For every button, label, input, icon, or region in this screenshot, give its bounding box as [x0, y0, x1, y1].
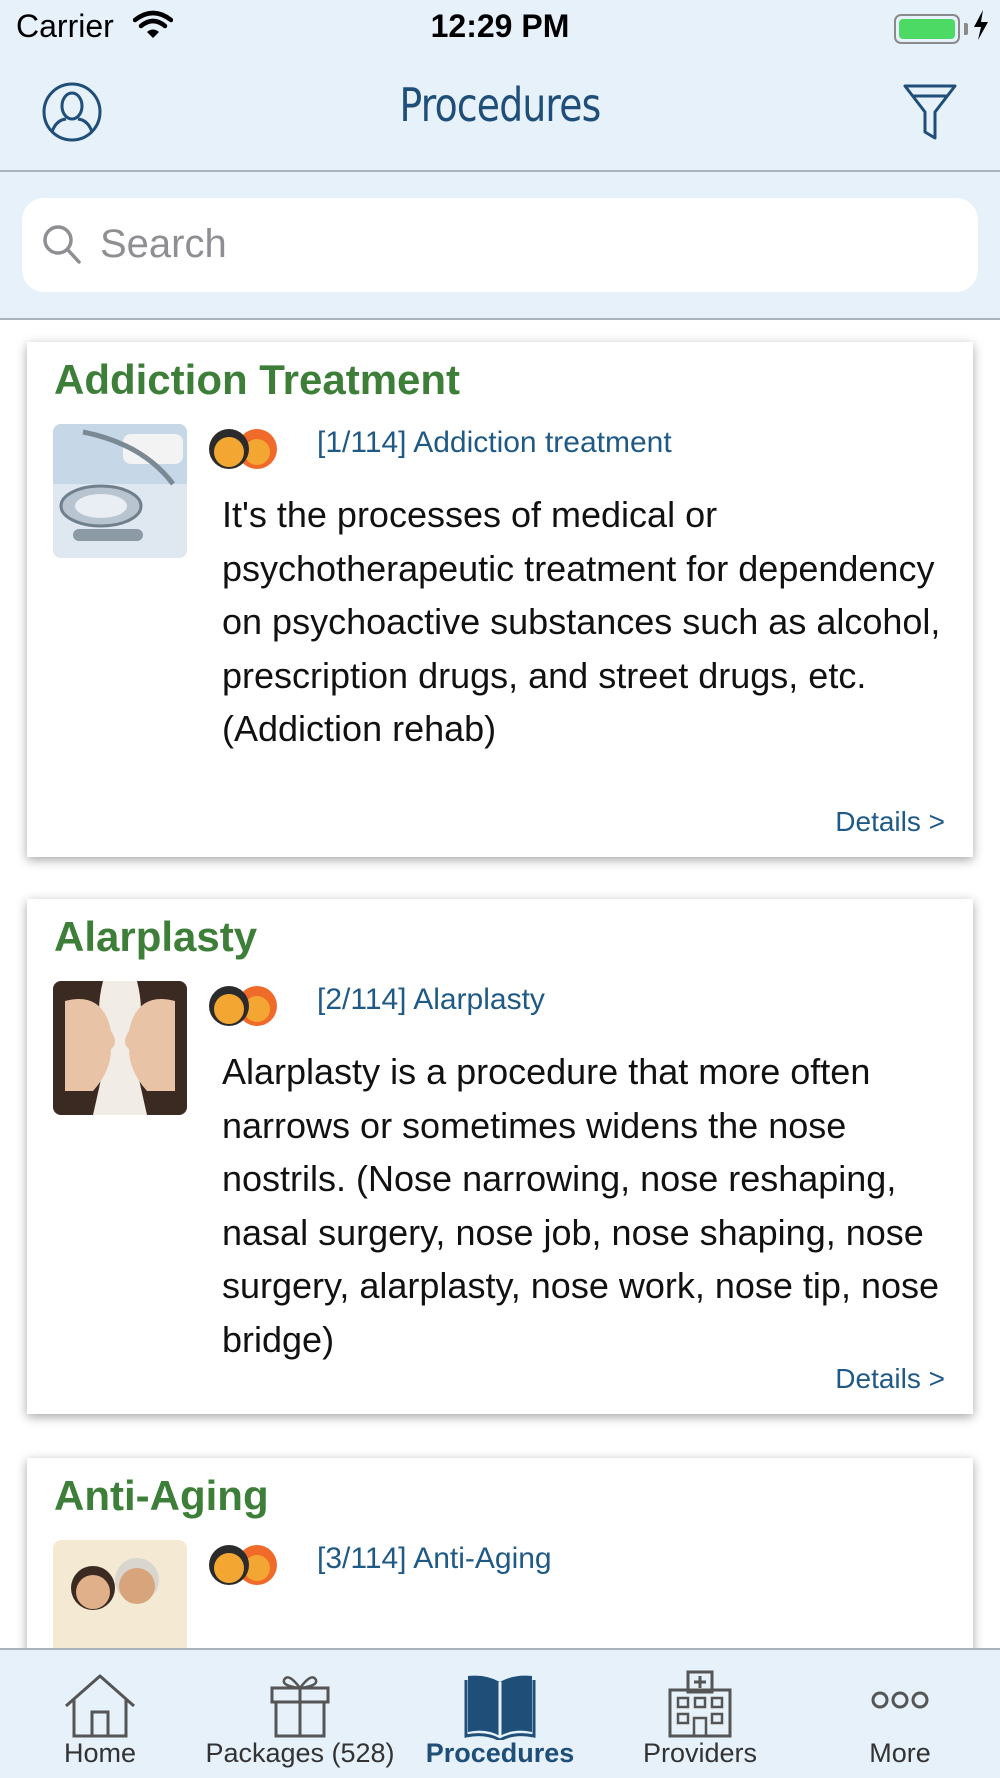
- tab-more[interactable]: More: [800, 1650, 1000, 1778]
- battery-icon: [894, 14, 960, 44]
- procedure-title: Alarplasty: [54, 913, 258, 960]
- battery-cap: [964, 23, 968, 35]
- elderly-couple-image: [53, 1540, 187, 1648]
- details-link[interactable]: Details >: [835, 806, 945, 838]
- header-background: Carrier 12:29 PM Procedures: [0, 0, 1000, 320]
- home-icon: [65, 1674, 135, 1738]
- tab-bar: Home Packages (528) Procedures Providers…: [0, 1648, 1000, 1778]
- procedure-description: Alarplasty is a procedure that more ofte…: [222, 1051, 940, 1360]
- male-female-icon: [209, 1545, 277, 1585]
- charging-bolt-icon: [974, 10, 988, 40]
- hospital-icon: [668, 1670, 732, 1738]
- gift-icon: [270, 1676, 330, 1738]
- tab-label: Packages (528): [205, 1738, 395, 1768]
- tab-procedures[interactable]: Procedures: [400, 1650, 600, 1778]
- tab-packages[interactable]: Packages (528): [200, 1650, 400, 1778]
- procedure-tag: [1/114] Addiction treatment: [317, 426, 672, 459]
- procedure-card[interactable]: Alarplasty [2/114] Alarplasty Alarplasty…: [27, 899, 973, 1414]
- status-bar: Carrier 12:29 PM: [0, 0, 1000, 54]
- status-time: 12:29 PM: [430, 8, 570, 44]
- navigation-bar: Procedures: [0, 54, 1000, 172]
- procedure-title: Addiction Treatment: [54, 356, 461, 403]
- page-title: Procedures: [399, 78, 602, 132]
- procedure-list[interactable]: Addiction Treatment [1/114] Addiction tr…: [0, 322, 1000, 1648]
- male-female-icon: [209, 429, 277, 469]
- book-icon: [464, 1675, 536, 1740]
- details-link[interactable]: Details >: [835, 1363, 945, 1395]
- faces-profile-image: [53, 981, 187, 1115]
- tab-label: Home: [63, 1738, 137, 1768]
- procedure-tag: [2/114] Alarplasty: [317, 983, 545, 1016]
- procedure-card[interactable]: Anti-Aging [3/114] Anti-Aging: [27, 1458, 973, 1648]
- male-female-icon: [209, 986, 277, 1026]
- procedure-title: Anti-Aging: [54, 1472, 269, 1519]
- stethoscope-image: [53, 424, 187, 558]
- search-box[interactable]: [22, 198, 978, 292]
- procedure-card[interactable]: Addiction Treatment [1/114] Addiction tr…: [27, 342, 973, 857]
- tab-providers[interactable]: Providers: [600, 1650, 800, 1778]
- search-bar-container: [0, 174, 1000, 320]
- search-icon: [43, 225, 81, 264]
- tab-label: More: [869, 1738, 931, 1768]
- more-icon: [871, 1691, 929, 1709]
- tab-label: Procedures: [425, 1738, 575, 1768]
- tab-label: Providers: [642, 1738, 758, 1768]
- procedure-description: It's the processes of medical or psychot…: [222, 494, 941, 749]
- procedure-tag: [3/114] Anti-Aging: [317, 1542, 552, 1575]
- filter-icon[interactable]: [902, 82, 958, 142]
- tab-home[interactable]: Home: [0, 1650, 200, 1778]
- search-input[interactable]: [100, 214, 960, 274]
